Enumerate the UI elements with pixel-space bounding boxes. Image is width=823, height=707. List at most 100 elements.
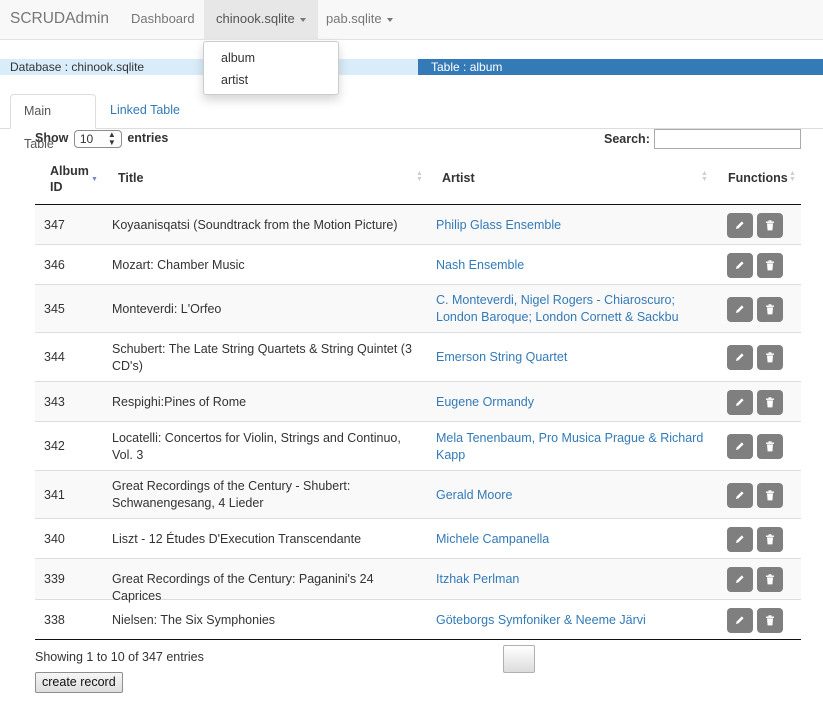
tab-linked-table[interactable]: Linked Table bbox=[97, 94, 193, 129]
trash-icon bbox=[766, 304, 774, 315]
table-bottom-border bbox=[35, 639, 801, 640]
delete-button[interactable] bbox=[757, 253, 783, 278]
table-body: 347 Koyaanisqatsi (Soundtrack from the Mo… bbox=[35, 205, 801, 640]
delete-button[interactable] bbox=[757, 434, 783, 459]
delete-button[interactable] bbox=[757, 345, 783, 370]
select-arrows-icon: ▲ ▼ bbox=[107, 129, 116, 147]
edit-button[interactable] bbox=[727, 345, 753, 370]
dropdown-item-artist[interactable]: artist bbox=[204, 69, 338, 91]
delete-button[interactable] bbox=[757, 527, 783, 552]
cell-title: Respighi:Pines of Rome bbox=[112, 395, 247, 409]
cell-album-id: 342 bbox=[44, 439, 65, 453]
pagination-page-link[interactable] bbox=[538, 645, 568, 673]
trash-icon bbox=[766, 220, 774, 231]
table-row[interactable]: 344 Schubert: The Late String Quartets & … bbox=[35, 333, 801, 382]
cell-title: Schubert: The Late String Quartets & Str… bbox=[112, 342, 412, 373]
edit-button[interactable] bbox=[727, 483, 753, 508]
row-actions bbox=[727, 345, 783, 370]
table-row[interactable]: 347 Koyaanisqatsi (Soundtrack from the Mo… bbox=[35, 205, 801, 245]
sort-desc-icon: ▲▼ bbox=[91, 176, 98, 183]
edit-button[interactable] bbox=[727, 567, 753, 592]
table-row[interactable]: 340 Liszt - 12 Études D'Execution Transce… bbox=[35, 519, 801, 559]
sort-both-icon: ▲ ▼ bbox=[701, 170, 708, 183]
edit-button[interactable] bbox=[727, 608, 753, 633]
delete-button[interactable] bbox=[757, 213, 783, 238]
row-actions bbox=[727, 483, 783, 508]
cell-artist-link[interactable]: C. Monteverdi, Nigel Rogers - Chiaroscur… bbox=[436, 292, 706, 326]
row-actions bbox=[727, 434, 783, 459]
tab-main-table[interactable]: Main Table bbox=[10, 94, 96, 151]
cell-album-id: 343 bbox=[44, 395, 65, 409]
entries-label: entries bbox=[127, 131, 169, 145]
sort-both-icon: ▲ ▼ bbox=[789, 170, 796, 183]
header-title[interactable]: Title ▲ ▼ bbox=[112, 154, 436, 204]
row-actions bbox=[727, 390, 783, 415]
cell-artist-link[interactable]: Michele Campanella bbox=[436, 531, 706, 548]
nav-chinook-dropdown[interactable]: chinook.sqlite bbox=[204, 0, 318, 40]
table-header: Album ID ▲▼ Title ▲▼ Artist ▲▼ Functions… bbox=[35, 154, 801, 205]
table-row[interactable]: 341 Great Recordings of the Century - Shu… bbox=[35, 471, 801, 519]
header-functions[interactable]: Functions ▲ ▼ bbox=[720, 154, 801, 204]
page-length-select[interactable]: 10 ▲ ▼ bbox=[73, 129, 122, 148]
table-row[interactable]: 343 Respighi:Pines of Rome Eugene Ormandy bbox=[35, 382, 801, 422]
delete-button[interactable] bbox=[757, 390, 783, 415]
edit-button[interactable] bbox=[727, 253, 753, 278]
header-title-label: Title bbox=[118, 171, 144, 185]
row-actions bbox=[727, 213, 783, 238]
header-artist[interactable]: Artist ▲ ▼ bbox=[436, 154, 720, 204]
nav-pab-label: pab.sqlite bbox=[326, 11, 382, 26]
delete-button[interactable] bbox=[757, 608, 783, 633]
cell-title: Koyaanisqatsi (Soundtrack from the Motio… bbox=[112, 218, 398, 232]
edit-button[interactable] bbox=[727, 213, 753, 238]
trash-icon bbox=[766, 615, 774, 626]
cell-artist-link[interactable]: Philip Glass Ensemble bbox=[436, 217, 706, 234]
page-length-control: Show 10▲▼ entries bbox=[35, 128, 168, 148]
pencil-icon bbox=[736, 305, 744, 313]
caret-down-icon bbox=[386, 17, 393, 22]
pagination-previous-button[interactable] bbox=[430, 645, 500, 673]
pagination-page-link[interactable] bbox=[640, 645, 670, 673]
edit-button[interactable] bbox=[727, 434, 753, 459]
header-functions-label: Functions bbox=[728, 171, 788, 185]
delete-button[interactable] bbox=[757, 483, 783, 508]
table-row[interactable]: 346 Mozart: Chamber Music Nash Ensemble bbox=[35, 245, 801, 285]
delete-button[interactable] bbox=[757, 567, 783, 592]
delete-button[interactable] bbox=[757, 297, 783, 322]
chinook-dropdown-menu: album artist bbox=[203, 41, 339, 95]
cell-artist-link[interactable]: Göteborgs Symfoniker & Neeme Järvi bbox=[436, 612, 706, 629]
dropdown-item-album[interactable]: album bbox=[204, 47, 338, 69]
pagination-page-link[interactable] bbox=[606, 645, 636, 673]
table-row[interactable]: 342 Locatelli: Concertos for Violin, Stri… bbox=[35, 422, 801, 471]
table-row[interactable]: 338 Nielsen: The Six Symphonies Göteborgs … bbox=[35, 600, 801, 640]
table-row[interactable]: 339 Great Recordings of the Century: Paga… bbox=[35, 559, 801, 603]
search-input[interactable] bbox=[654, 129, 801, 149]
search-label: Search: bbox=[604, 132, 650, 146]
header-album-id[interactable]: Album ID ▲▼ bbox=[35, 154, 112, 204]
nav-dashboard[interactable]: Dashboard bbox=[119, 0, 207, 40]
edit-button[interactable] bbox=[727, 390, 753, 415]
header-album-id-label: Album ID bbox=[50, 164, 89, 194]
create-record-button[interactable]: create record bbox=[35, 672, 123, 693]
cell-artist-link[interactable]: Emerson String Quartet bbox=[436, 349, 706, 366]
brand-logo[interactable]: SCRUDAdmin bbox=[10, 10, 109, 28]
cell-artist-link[interactable]: Mela Tenenbaum, Pro Musica Prague & Rich… bbox=[436, 430, 706, 464]
nav-pab-dropdown[interactable]: pab.sqlite bbox=[314, 0, 405, 40]
pencil-icon bbox=[736, 442, 744, 450]
pagination-page-link[interactable] bbox=[712, 645, 744, 673]
cell-artist-link[interactable]: Eugene Ormandy bbox=[436, 394, 706, 411]
caret-down-icon bbox=[299, 17, 306, 22]
row-actions bbox=[727, 297, 783, 322]
pencil-icon bbox=[736, 535, 744, 543]
cell-artist-link[interactable]: Gerald Moore bbox=[436, 487, 706, 504]
cell-artist-link[interactable]: Itzhak Perlman bbox=[436, 571, 706, 588]
row-actions bbox=[727, 567, 783, 592]
table-row[interactable]: 345 Monteverdi: L'Orfeo C. Monteverdi, Nig… bbox=[35, 285, 801, 333]
cell-artist-link[interactable]: Nash Ensemble bbox=[436, 257, 706, 274]
edit-button[interactable] bbox=[727, 297, 753, 322]
edit-button[interactable] bbox=[727, 527, 753, 552]
row-actions bbox=[727, 527, 783, 552]
pagination-page-link[interactable] bbox=[572, 645, 602, 673]
pagination-current-page[interactable] bbox=[503, 645, 535, 673]
cell-album-id: 346 bbox=[44, 258, 65, 272]
pagination-next-button[interactable] bbox=[756, 645, 796, 673]
